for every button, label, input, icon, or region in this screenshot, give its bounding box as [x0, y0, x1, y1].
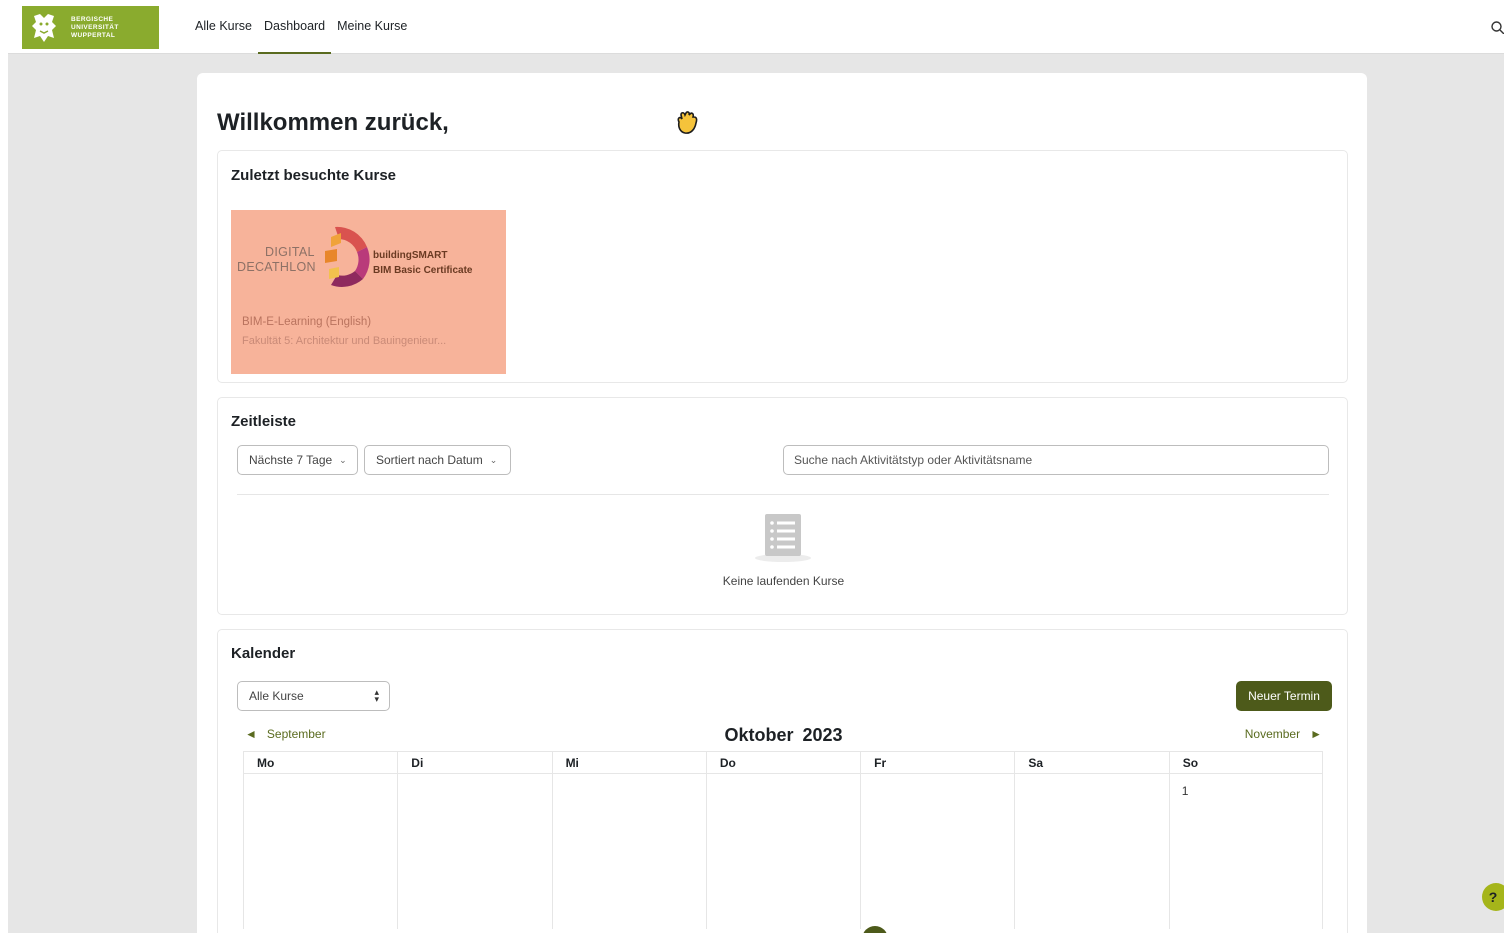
month-name: Oktober: [724, 725, 794, 745]
weekday-mi: Mi: [551, 752, 706, 773]
course-card[interactable]: DIGITAL DECATHLON buildingSMART BIM Basi…: [231, 210, 506, 374]
weekday-mo: Mo: [243, 752, 397, 773]
calendar-day-cell[interactable]: [243, 774, 397, 929]
timeline-sort-dropdown[interactable]: Sortiert nach Datum ⌄: [364, 445, 511, 475]
course-name[interactable]: BIM-E-Learning (English): [242, 316, 371, 328]
next-month-label: November: [1244, 727, 1301, 741]
empty-list-icon: [755, 514, 811, 562]
recent-courses-card: Zuletzt besuchte Kurse DIGITAL DECATHLON…: [217, 150, 1348, 383]
weekday-sa: Sa: [1014, 752, 1168, 773]
weekday-header: Mo Di Mi Do Fr Sa So: [243, 752, 1323, 774]
page-title: Willkommen zurück,: [217, 109, 449, 136]
next-month-link[interactable]: November ►: [1245, 727, 1322, 741]
left-edge: [0, 0, 8, 933]
calendar-card: Kalender Alle Kurse ▴ ▾ Neuer Termin ◄ Se…: [217, 629, 1348, 933]
weekday-so: So: [1168, 752, 1323, 773]
calendar-day-cell[interactable]: [1014, 774, 1168, 929]
calendar-course-select-value: Alle Kurse: [249, 689, 304, 703]
empty-state-text: Keine laufenden Kurse: [722, 574, 845, 588]
timeline-filter-dropdown[interactable]: Nächste 7 Tage ⌄: [237, 445, 358, 475]
course-image-title-left: DIGITAL DECATHLON: [237, 245, 316, 275]
help-button[interactable]: ?: [1482, 883, 1504, 911]
new-event-button[interactable]: Neuer Termin: [1236, 681, 1332, 711]
top-navbar: BERGISCHE UNIVERSITÄT WUPPERTAL Alle Kur…: [8, 0, 1504, 54]
calendar-grid: Mo Di Mi Do Fr Sa So 1: [243, 751, 1323, 933]
recent-courses-title: Zuletzt besuchte Kurse: [231, 167, 397, 184]
timeline-card: Zeitleiste Nächste 7 Tage ⌄ Sortiert nac…: [217, 397, 1348, 615]
calendar-day-cell[interactable]: 1: [1168, 774, 1323, 929]
weekday-di: Di: [397, 752, 551, 773]
course-category: Fakultät 5: Architektur und Bauingenieur…: [242, 335, 447, 347]
course-image-line: DECATHLON: [237, 260, 316, 274]
calendar-day-cell[interactable]: [860, 774, 1014, 929]
primary-nav: Alle Kurse Dashboard Meine Kurse: [189, 0, 413, 54]
lion-crest-icon: [32, 13, 56, 42]
month-year: 2023: [802, 725, 843, 745]
calendar-day-cell[interactable]: [705, 774, 860, 929]
divider: [237, 494, 1329, 495]
nav-dashboard[interactable]: Dashboard: [257, 0, 332, 54]
calendar-week-row: 1: [243, 774, 1323, 929]
course-image-line: buildingSMART: [373, 250, 448, 261]
course-image-title-right: buildingSMART BIM Basic Certificate: [373, 248, 472, 278]
course-image-line: BIM Basic Certificate: [373, 265, 473, 276]
nav-my-courses[interactable]: Meine Kurse: [331, 0, 413, 54]
university-logo[interactable]: BERGISCHE UNIVERSITÄT WUPPERTAL: [22, 6, 159, 49]
main-content: Willkommen zurück, Zuletzt besuchte Kurs…: [197, 73, 1367, 933]
calendar-day-cell[interactable]: [397, 774, 551, 929]
logo-line: BERGISCHE: [71, 15, 114, 23]
chevron-down-icon: ⌄: [339, 454, 347, 465]
weekday-do: Do: [705, 752, 860, 773]
timeline-filter-label: Nächste 7 Tage: [249, 453, 333, 467]
arrow-right-icon: ►: [1310, 727, 1322, 741]
logo-line: UNIVERSITÄT: [71, 23, 119, 31]
timeline-title: Zeitleiste: [231, 413, 297, 430]
waving-hand-icon: [677, 111, 698, 134]
calendar-day-cell[interactable]: [551, 774, 706, 929]
calendar-title: Kalender: [231, 645, 296, 662]
calendar-course-select[interactable]: Alle Kurse ▴ ▾: [237, 681, 390, 711]
chevron-down-icon: ⌄: [489, 454, 498, 465]
current-month: Oktober 2023: [218, 725, 1349, 746]
select-arrows-icon: ▴ ▾: [374, 687, 379, 704]
logo-text: BERGISCHE UNIVERSITÄT WUPPERTAL: [71, 16, 119, 40]
timeline-sort-label: Sortiert nach Datum: [376, 453, 483, 467]
course-image-line: DIGITAL: [265, 245, 315, 259]
nav-all-courses[interactable]: Alle Kurse: [189, 0, 258, 54]
logo-line: WUPPERTAL: [71, 31, 116, 39]
search-icon[interactable]: [1490, 20, 1504, 34]
weekday-fr: Fr: [860, 752, 1014, 773]
timeline-search-input[interactable]: [783, 445, 1329, 475]
